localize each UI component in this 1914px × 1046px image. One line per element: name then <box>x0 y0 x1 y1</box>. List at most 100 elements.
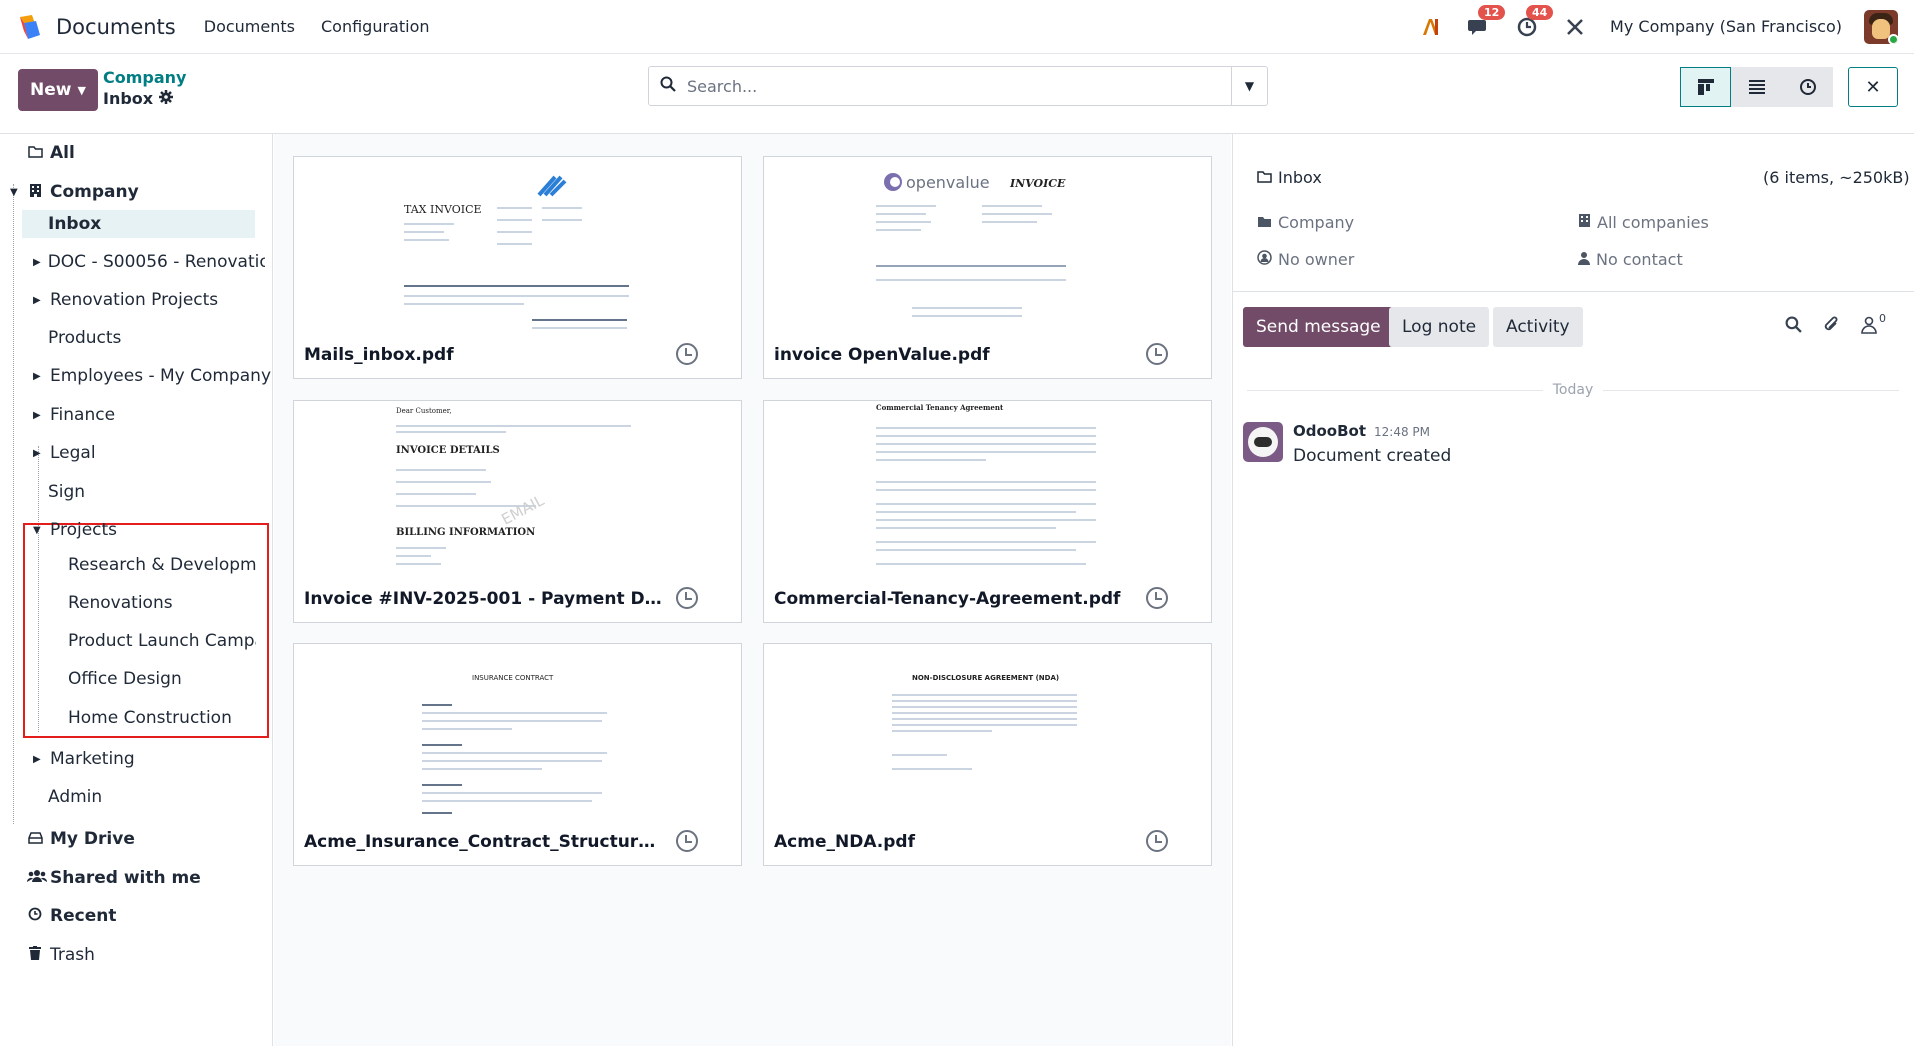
document-name[interactable]: Acme_Insurance_Contract_Structured.pdf <box>304 832 664 852</box>
caret-right-icon[interactable]: ▶ <box>33 448 43 459</box>
tools-icon[interactable] <box>1562 14 1588 40</box>
gear-icon[interactable] <box>159 89 174 108</box>
document-card-acme-nda[interactable]: NON-DISCLOSURE AGREEMENT (NDA) Acme_NDA.… <box>763 643 1212 866</box>
sidebar-item-label: Legal <box>50 443 96 463</box>
document-card-invoice-openvalue[interactable]: openvalue INVOICE invoice OpenValue.pdf <box>763 156 1212 379</box>
activities-clock-icon[interactable]: 44 <box>1514 4 1554 40</box>
sidebar-item-sign[interactable]: Sign <box>48 482 85 502</box>
sidebar-item-doc-s00056[interactable]: ▶ DOC - S00056 - Renovatio... <box>33 252 265 272</box>
document-card-invoice-inv-2025-001[interactable]: Dear Customer, INVOICE DETAILS BILLING I… <box>293 400 742 623</box>
ai-icon[interactable] <box>1418 14 1444 40</box>
thumb-title: NON-DISCLOSURE AGREEMENT (NDA) <box>912 674 1060 682</box>
thumb-heading: INVOICE DETAILS <box>396 445 500 456</box>
activity-view-button[interactable] <box>1782 67 1833 107</box>
sidebar-item-home-construction[interactable]: Home Construction <box>68 708 232 728</box>
caret-right-icon[interactable]: ▶ <box>33 410 43 421</box>
document-name[interactable]: invoice OpenValue.pdf <box>774 345 1134 365</box>
sidebar-item-recent[interactable]: Recent <box>27 906 116 926</box>
sidebar-item-legal[interactable]: ▶ Legal <box>33 443 96 463</box>
sidebar-item-shared[interactable]: Shared with me <box>27 868 201 888</box>
caret-down-icon[interactable]: ▼ <box>10 187 20 198</box>
search-input[interactable] <box>687 76 1231 96</box>
user-avatar[interactable] <box>1864 9 1898 44</box>
users-icon <box>27 869 48 887</box>
followers-icon[interactable]: 0 <box>1861 312 1886 334</box>
date-separator-label: Today <box>1552 382 1594 398</box>
sidebar-item-admin[interactable]: Admin <box>48 787 102 807</box>
details-company[interactable]: Company <box>1257 213 1354 232</box>
sidebar-item-company[interactable]: ▼ Company <box>10 182 139 202</box>
followers-count: 0 <box>1879 312 1886 325</box>
kanban-icon <box>1697 79 1714 95</box>
sidebar-item-label: Shared with me <box>50 868 201 888</box>
view-switcher <box>1680 67 1833 107</box>
sidebar-item-label: My Drive <box>50 829 135 849</box>
document-thumbnail: Commercial Tenancy Agreement <box>862 401 1114 575</box>
sidebar-item-marketing[interactable]: ▶ Marketing <box>33 749 135 769</box>
control-panel: New ▼ Company Inbox ▼ ✕ <box>0 54 1914 134</box>
document-name[interactable]: Acme_NDA.pdf <box>774 832 1134 852</box>
sidebar-item-product-launch[interactable]: Product Launch Campaign <box>68 631 256 651</box>
activity-clock-icon[interactable] <box>676 587 698 609</box>
sidebar-item-office-design[interactable]: Office Design <box>68 669 182 689</box>
sidebar-item-employees[interactable]: ▶ Employees - My Company <box>33 366 271 386</box>
breadcrumb-company-link[interactable]: Company <box>103 68 186 87</box>
list-icon <box>1748 80 1765 94</box>
sidebar-item-inbox[interactable]: Inbox <box>48 214 101 234</box>
details-owner[interactable]: No owner <box>1257 250 1354 269</box>
search-options-toggle[interactable]: ▼ <box>1231 67 1267 105</box>
sidebar-item-projects[interactable]: ▼ Projects <box>33 520 117 540</box>
messages-icon[interactable]: 12 <box>1466 4 1506 40</box>
sidebar-item-research[interactable]: Research & Development <box>68 555 256 575</box>
details-contact[interactable]: No contact <box>1578 250 1683 269</box>
activity-label: Activity <box>1506 317 1570 337</box>
thumb-title: TAX INVOICE <box>404 203 482 216</box>
activity-clock-icon[interactable] <box>676 830 698 852</box>
document-card-acme-insurance[interactable]: INSURANCE CONTRACT Acme_Insurance_Contra… <box>293 643 742 866</box>
caret-right-icon[interactable]: ▶ <box>33 257 41 268</box>
list-view-button[interactable] <box>1731 67 1782 107</box>
document-card-commercial-tenancy[interactable]: Commercial Tenancy Agreement Commercial-… <box>763 400 1212 623</box>
caret-right-icon[interactable]: ▶ <box>33 754 43 765</box>
message-author[interactable]: OdooBot <box>1293 422 1366 440</box>
messages-badge: 12 <box>1478 4 1506 20</box>
new-button[interactable]: New ▼ <box>18 69 98 111</box>
trash-icon <box>27 946 43 964</box>
log-note-button[interactable]: Log note <box>1389 307 1490 347</box>
app-brand[interactable]: Documents <box>16 13 176 41</box>
odoobot-avatar[interactable] <box>1243 422 1283 462</box>
sidebar-item-renovation-projects[interactable]: ▶ Renovation Projects <box>33 290 218 310</box>
activity-clock-icon[interactable] <box>1146 343 1168 365</box>
sidebar-item-all[interactable]: All <box>27 143 75 163</box>
caret-down-icon[interactable]: ▼ <box>33 525 43 536</box>
activity-clock-icon[interactable] <box>676 343 698 365</box>
document-name[interactable]: Mails_inbox.pdf <box>304 345 664 365</box>
caret-right-icon[interactable]: ▶ <box>33 371 43 382</box>
sidebar-item-products[interactable]: Products <box>48 328 121 348</box>
thumb-title: INSURANCE CONTRACT <box>472 674 554 682</box>
top-navbar: Documents Documents Configuration 12 44 … <box>0 0 1914 54</box>
document-name[interactable]: Invoice #INV-2025-001 - Payment Due A... <box>304 589 664 609</box>
log-note-label: Log note <box>1402 317 1477 337</box>
kanban-view-button[interactable] <box>1680 67 1731 107</box>
paperclip-icon[interactable] <box>1823 316 1840 339</box>
send-message-button[interactable]: Send message <box>1243 307 1394 347</box>
sidebar-item-trash[interactable]: Trash <box>27 945 95 965</box>
details-all-companies[interactable]: All companies <box>1578 213 1709 232</box>
close-details-button[interactable]: ✕ <box>1848 67 1898 107</box>
thumb-heading: BILLING INFORMATION <box>396 527 536 538</box>
search-icon[interactable] <box>1785 316 1802 338</box>
sidebar-item-finance[interactable]: ▶ Finance <box>33 405 115 425</box>
sidebar-item-renovations[interactable]: Renovations <box>68 593 173 613</box>
activity-clock-icon[interactable] <box>1146 587 1168 609</box>
document-card-mails-inbox[interactable]: TAX INVOICE Mails_inbox.pdf <box>293 156 747 384</box>
activity-button[interactable]: Activity <box>1493 307 1583 347</box>
document-name[interactable]: Commercial-Tenancy-Agreement.pdf <box>774 589 1134 609</box>
sidebar-item-my-drive[interactable]: My Drive <box>27 829 135 849</box>
activity-clock-icon[interactable] <box>1146 830 1168 852</box>
company-switcher[interactable]: My Company (San Francisco) <box>1610 17 1842 36</box>
menu-configuration[interactable]: Configuration <box>321 17 430 36</box>
thumb-title: Commercial Tenancy Agreement <box>876 403 1004 412</box>
caret-right-icon[interactable]: ▶ <box>33 295 43 306</box>
menu-documents[interactable]: Documents <box>204 17 295 36</box>
